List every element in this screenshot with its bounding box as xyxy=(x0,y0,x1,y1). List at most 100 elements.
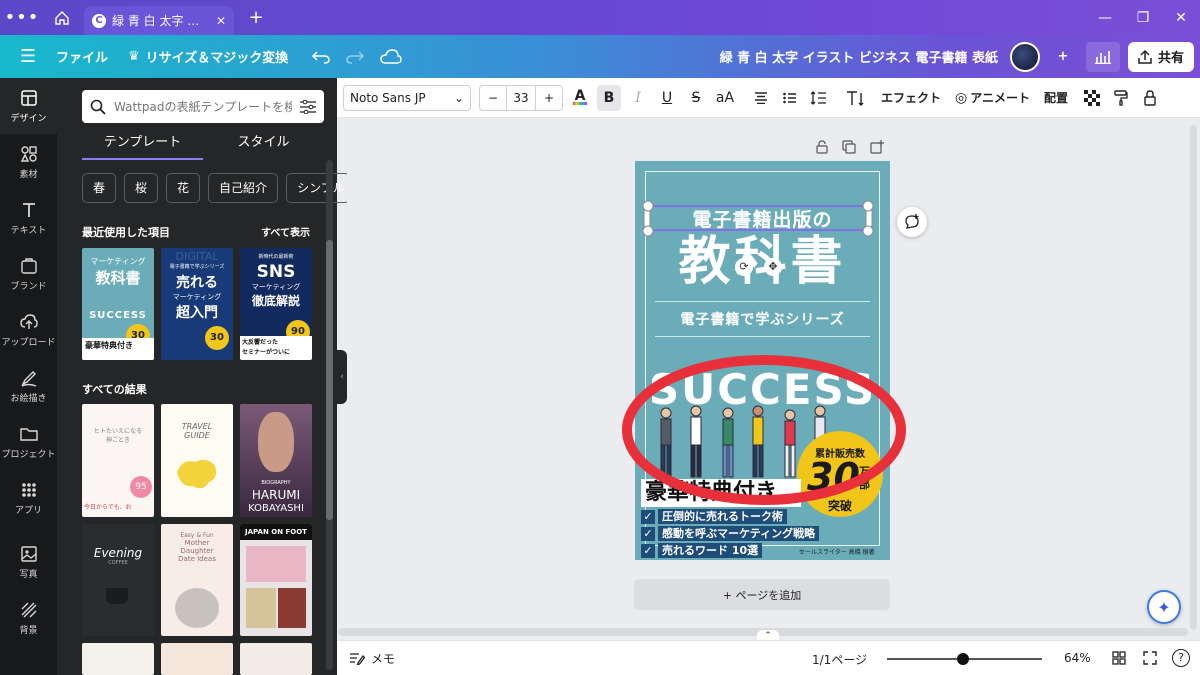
result-template-6[interactable]: JAPAN ON FOOT xyxy=(240,524,312,636)
vertical-scrollbar[interactable] xyxy=(1190,125,1197,630)
result-template-8[interactable] xyxy=(161,643,233,675)
cover-author[interactable]: セールスライター 高橋 樹著 xyxy=(799,547,875,556)
duplicate-page-icon[interactable] xyxy=(842,140,856,154)
animate-button[interactable]: ◎ アニメート xyxy=(955,89,1030,106)
keyword-chip[interactable]: シンプル xyxy=(286,173,351,203)
rail-item-3[interactable]: ブランド xyxy=(0,246,57,302)
selection-handles[interactable] xyxy=(640,198,880,242)
vertical-text-icon[interactable] xyxy=(843,85,867,111)
tab-styles[interactable]: スタイル xyxy=(203,130,324,160)
lock-icon[interactable] xyxy=(1138,85,1162,111)
transparency-icon[interactable] xyxy=(1080,85,1104,111)
keyword-chip[interactable]: 花 xyxy=(166,173,201,203)
hamburger-menu-icon[interactable]: ☰ xyxy=(0,46,56,67)
bullet-item[interactable]: ✓ 圧倒的に売れるトーク術 xyxy=(641,509,881,524)
cloud-saved-icon[interactable] xyxy=(380,48,402,65)
recent-template-2[interactable]: DIGITAL 電子書籍で学ぶシリーズ 売れる マーケティング 超入門 30 xyxy=(161,248,233,360)
restore-icon[interactable]: ❐ xyxy=(1124,10,1162,26)
recent-template-3[interactable]: 新時代の最新術 SNS マーケティング 徹底解説 90 大反響だった セミナーがつ… xyxy=(240,248,312,360)
rail-item-1[interactable]: 素材 xyxy=(0,134,57,190)
cover-series[interactable]: 電子書籍で学ぶシリーズ xyxy=(635,309,890,329)
collapse-panel-handle[interactable]: ‹ xyxy=(337,350,347,404)
help-icon[interactable]: ? xyxy=(1172,649,1190,667)
bullet-item[interactable]: ✓ 感動を呼ぶマーケティング戦略 xyxy=(641,526,881,541)
magic-assistant-icon[interactable]: ✦ xyxy=(1147,590,1181,624)
rail-item-7[interactable]: アプリ xyxy=(0,470,57,526)
share-button[interactable]: 共有 xyxy=(1127,41,1194,72)
insights-icon[interactable] xyxy=(1085,41,1120,72)
notes-button[interactable]: メモ xyxy=(349,650,395,667)
strikethrough-icon[interactable]: S xyxy=(684,85,708,111)
bold-icon[interactable]: B xyxy=(597,84,621,111)
filter-icon[interactable] xyxy=(300,99,316,114)
left-rail: デザイン 素材 テキスト ブランド アップロード お絵描き プロジェクト アプリ写真 背景 xyxy=(0,78,57,675)
browser-menu-icon[interactable]: ••• xyxy=(0,7,44,28)
add-page-button[interactable]: + ページを追加 xyxy=(634,579,890,610)
add-collaborator-icon[interactable]: + xyxy=(1048,42,1078,72)
new-tab-icon[interactable]: + xyxy=(240,7,272,28)
rail-item-9[interactable]: 背景 xyxy=(0,590,57,646)
position-button[interactable]: 配置 xyxy=(1044,89,1068,106)
file-menu[interactable]: ファイル xyxy=(56,47,108,66)
browser-tab[interactable]: C 緑 青 白 太字 … ✕ xyxy=(84,6,234,35)
keyword-chip[interactable]: 桜 xyxy=(124,173,159,203)
map-illustration xyxy=(177,459,217,489)
align-center-icon[interactable] xyxy=(749,85,773,111)
upload-icon xyxy=(19,313,38,329)
panel-scrollbar[interactable] xyxy=(326,160,333,670)
see-all-link[interactable]: すべて表示 xyxy=(261,224,310,240)
letter-case-icon[interactable]: aA xyxy=(713,85,737,111)
move-icon[interactable]: ✥ xyxy=(764,258,782,276)
decrease-size-button[interactable]: − xyxy=(480,86,506,110)
keyword-chip[interactable]: 春 xyxy=(82,173,117,203)
rail-item-5[interactable]: お絵描き xyxy=(0,358,57,414)
page-counter[interactable]: 1/1ページ xyxy=(812,651,867,668)
template-search[interactable] xyxy=(82,90,324,123)
bulleted-list-icon[interactable] xyxy=(778,85,802,111)
line-spacing-icon[interactable] xyxy=(807,85,831,111)
design-title[interactable]: 緑 青 白 太字 イラスト ビジネス 電子書籍 表紙 xyxy=(720,47,998,66)
tab-templates[interactable]: テンプレート xyxy=(82,130,203,160)
redo-icon[interactable] xyxy=(346,50,365,64)
scroll-thumb[interactable] xyxy=(326,240,333,520)
underline-icon[interactable]: U xyxy=(655,85,679,111)
grid-view-icon[interactable] xyxy=(1112,651,1126,668)
result-template-3[interactable]: BIOGRAPHY HARUMI KOBAYASHI xyxy=(240,404,312,517)
home-icon[interactable] xyxy=(44,10,80,26)
minimize-icon[interactable]: — xyxy=(1086,10,1124,26)
text-color-icon[interactable]: A xyxy=(568,85,592,111)
close-window-icon[interactable]: ✕ xyxy=(1162,10,1200,26)
fullscreen-icon[interactable] xyxy=(1143,651,1157,668)
recent-template-1[interactable]: マーケティング 教科書 SUCCESS 30 豪華特典付き xyxy=(82,248,154,360)
rail-item-0[interactable]: デザイン xyxy=(0,78,57,134)
resize-button[interactable]: ♛ リサイズ＆マジック変換 xyxy=(128,47,288,66)
search-input[interactable] xyxy=(114,99,292,114)
rail-item-8[interactable]: 写真 xyxy=(0,534,57,590)
avatar[interactable] xyxy=(1009,41,1040,72)
zoom-slider-knob[interactable] xyxy=(957,653,969,665)
keyword-chip[interactable]: 自己紹介 xyxy=(208,173,279,203)
increase-size-button[interactable]: + xyxy=(536,86,562,110)
lock-page-icon[interactable] xyxy=(816,140,828,154)
rail-item-2[interactable]: テキスト xyxy=(0,190,57,246)
effects-button[interactable]: エフェクト xyxy=(881,89,941,106)
italic-icon[interactable]: I xyxy=(626,85,650,111)
result-template-2[interactable]: TRAVEL GUIDE xyxy=(161,404,233,517)
font-size-value[interactable]: 33 xyxy=(506,85,536,110)
undo-icon[interactable] xyxy=(312,50,331,64)
zoom-level[interactable]: 64% xyxy=(1064,651,1091,665)
result-template-9[interactable] xyxy=(240,643,312,675)
rail-item-4[interactable]: アップロード xyxy=(0,302,57,358)
result-template-5[interactable]: Easy & Fun Mother Daughter Date Ideas xyxy=(161,524,233,636)
rotate-icon[interactable]: ⟳ xyxy=(735,258,753,276)
result-template-4[interactable]: Evening COFFEE xyxy=(82,524,154,636)
add-page-icon[interactable] xyxy=(870,140,884,154)
rail-item-6[interactable]: プロジェクト xyxy=(0,414,57,470)
result-template-1[interactable]: ヒトたいえになる 神ごとき 95 今日からでも、お xyxy=(82,404,154,517)
result-template-7[interactable] xyxy=(82,643,154,675)
add-comment-icon[interactable] xyxy=(897,207,927,237)
paint-roller-icon[interactable] xyxy=(1109,85,1133,111)
font-dropdown[interactable]: Noto Sans JP ⌄ xyxy=(343,84,471,111)
zoom-slider[interactable] xyxy=(887,653,1042,665)
close-tab-icon[interactable]: ✕ xyxy=(216,14,226,28)
